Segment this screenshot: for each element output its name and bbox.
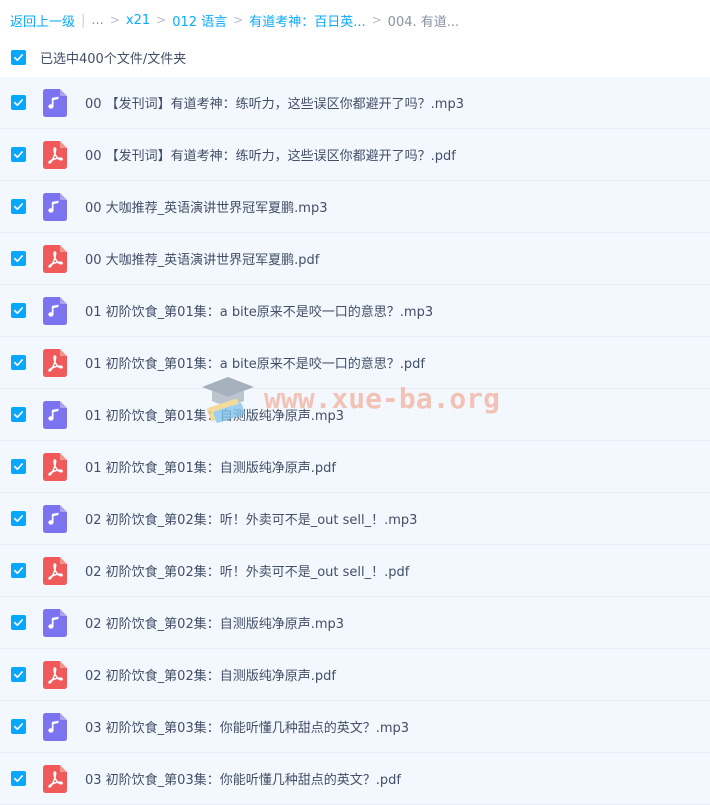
breadcrumb: 返回上一级 | ... > x21 > 012 语言 > 有道考神：百日英...… <box>10 10 459 30</box>
file-name[interactable]: 01 初阶饮食_第01集：a bite原来不是咬一口的意思？.mp3 <box>85 301 433 320</box>
file-name[interactable]: 02 初阶饮食_第02集：自测版纯净原声.pdf <box>85 665 336 684</box>
checkmark-icon <box>14 619 23 627</box>
pdf-file-icon <box>43 348 67 377</box>
pdf-file-icon <box>43 452 67 481</box>
checkmark-icon <box>14 151 23 159</box>
file-row[interactable]: 00 【发刊词】有道考神：练听力，这些误区你都避开了吗？.mp3 <box>0 77 710 129</box>
row-checkbox[interactable] <box>11 667 26 682</box>
audio-file-icon <box>43 88 67 117</box>
file-row[interactable]: 00 大咖推荐_英语演讲世界冠军夏鹏.pdf <box>0 233 710 285</box>
row-checkbox[interactable] <box>11 771 26 786</box>
checkmark-icon <box>14 567 23 575</box>
chevron-right-icon: > <box>156 13 167 27</box>
file-row[interactable]: 03 初阶饮食_第03集：你能听懂几种甜点的英文？.mp3 <box>0 701 710 753</box>
audio-file-icon <box>43 504 67 533</box>
audio-file-icon <box>43 296 67 325</box>
row-checkbox[interactable] <box>11 355 26 370</box>
file-row[interactable]: 00 【发刊词】有道考神：练听力，这些误区你都避开了吗？.pdf <box>0 129 710 181</box>
select-all-checkbox[interactable] <box>11 49 26 65</box>
checkmark-icon <box>14 203 23 211</box>
file-row[interactable]: 02 初阶饮食_第02集：自测版纯净原声.mp3 <box>0 597 710 649</box>
file-name[interactable]: 00 大咖推荐_英语演讲世界冠军夏鹏.pdf <box>85 249 319 268</box>
row-checkbox[interactable] <box>11 407 26 422</box>
file-name[interactable]: 01 初阶饮食_第01集：自测版纯净原声.mp3 <box>85 405 344 424</box>
checkmark-icon <box>14 671 23 679</box>
file-row[interactable]: 01 初阶饮食_第01集：a bite原来不是咬一口的意思？.mp3 <box>0 285 710 337</box>
breadcrumb-divider: | <box>81 12 86 28</box>
file-row[interactable]: 02 初阶饮食_第02集：自测版纯净原声.pdf <box>0 649 710 701</box>
pdf-file-icon <box>43 556 67 585</box>
audio-file-icon <box>43 608 67 637</box>
file-name[interactable]: 03 初阶饮食_第03集：你能听懂几种甜点的英文？.mp3 <box>85 717 409 736</box>
file-row[interactable]: 02 初阶饮食_第02集：听！外卖可不是_out sell_！.pdf <box>0 545 710 597</box>
audio-file-icon <box>43 400 67 429</box>
file-row[interactable]: 00 大咖推荐_英语演讲世界冠军夏鹏.mp3 <box>0 181 710 233</box>
checkmark-icon <box>14 723 23 731</box>
selection-count-label: 已选中400个文件/文件夹 <box>40 51 187 67</box>
file-name[interactable]: 00 大咖推荐_英语演讲世界冠军夏鹏.mp3 <box>85 197 328 216</box>
file-row[interactable]: 03 初阶饮食_第03集：你能听懂几种甜点的英文？.pdf <box>0 753 710 805</box>
checkmark-icon <box>14 775 23 783</box>
checkmark-icon <box>14 411 23 419</box>
checkmark-icon <box>14 359 23 367</box>
row-checkbox[interactable] <box>11 511 26 526</box>
file-name[interactable]: 01 初阶饮食_第01集：a bite原来不是咬一口的意思？.pdf <box>85 353 425 372</box>
file-name[interactable]: 01 初阶饮食_第01集：自测版纯净原声.pdf <box>85 457 336 476</box>
row-checkbox[interactable] <box>11 719 26 734</box>
chevron-right-icon: > <box>371 13 382 27</box>
file-name[interactable]: 00 【发刊词】有道考神：练听力，这些误区你都避开了吗？.pdf <box>85 145 456 164</box>
pdf-file-icon <box>43 764 67 793</box>
audio-file-icon <box>43 712 67 741</box>
checkmark-icon <box>14 99 23 107</box>
selection-bar: 已选中400个文件/文件夹 <box>0 42 710 72</box>
checkmark-icon <box>14 515 23 523</box>
breadcrumb-item[interactable]: 012 语言 <box>172 11 227 30</box>
pdf-file-icon <box>43 140 67 169</box>
file-name[interactable]: 03 初阶饮食_第03集：你能听懂几种甜点的英文？.pdf <box>85 769 401 788</box>
back-link[interactable]: 返回上一级 <box>10 11 75 30</box>
file-row[interactable]: 01 初阶饮食_第01集：自测版纯净原声.mp3 <box>0 389 710 441</box>
chevron-right-icon: > <box>109 13 120 27</box>
breadcrumb-item[interactable]: 有道考神：百日英... <box>249 11 365 30</box>
checkmark-icon <box>14 255 23 263</box>
file-name[interactable]: 02 初阶饮食_第02集：自测版纯净原声.mp3 <box>85 613 344 632</box>
row-checkbox[interactable] <box>11 147 26 162</box>
row-checkbox[interactable] <box>11 459 26 474</box>
file-name[interactable]: 00 【发刊词】有道考神：练听力，这些误区你都避开了吗？.mp3 <box>85 93 464 112</box>
row-checkbox[interactable] <box>11 199 26 214</box>
checkmark-icon <box>14 53 23 61</box>
row-checkbox[interactable] <box>11 615 26 630</box>
row-checkbox[interactable] <box>11 251 26 266</box>
file-name[interactable]: 02 初阶饮食_第02集：听！外卖可不是_out sell_！.pdf <box>85 561 409 580</box>
file-row[interactable]: 02 初阶饮食_第02集：听！外卖可不是_out sell_！.mp3 <box>0 493 710 545</box>
breadcrumb-item[interactable]: x21 <box>126 13 150 28</box>
file-name[interactable]: 02 初阶饮食_第02集：听！外卖可不是_out sell_！.mp3 <box>85 509 417 528</box>
row-checkbox[interactable] <box>11 563 26 578</box>
breadcrumb-current: 004. 有道... <box>387 14 460 30</box>
row-checkbox[interactable] <box>11 95 26 110</box>
file-row[interactable]: 01 初阶饮食_第01集：自测版纯净原声.pdf <box>0 441 710 493</box>
checkmark-icon <box>14 463 23 471</box>
file-row[interactable]: 01 初阶饮食_第01集：a bite原来不是咬一口的意思？.pdf <box>0 337 710 389</box>
file-list: 00 【发刊词】有道考神：练听力，这些误区你都避开了吗？.mp3 00 【发刊词】… <box>0 77 710 805</box>
row-checkbox[interactable] <box>11 303 26 318</box>
chevron-right-icon: > <box>233 13 244 27</box>
checkmark-icon <box>14 307 23 315</box>
audio-file-icon <box>43 192 67 221</box>
pdf-file-icon <box>43 660 67 689</box>
breadcrumb-ellipsis[interactable]: ... <box>91 13 103 28</box>
pdf-file-icon <box>43 244 67 273</box>
